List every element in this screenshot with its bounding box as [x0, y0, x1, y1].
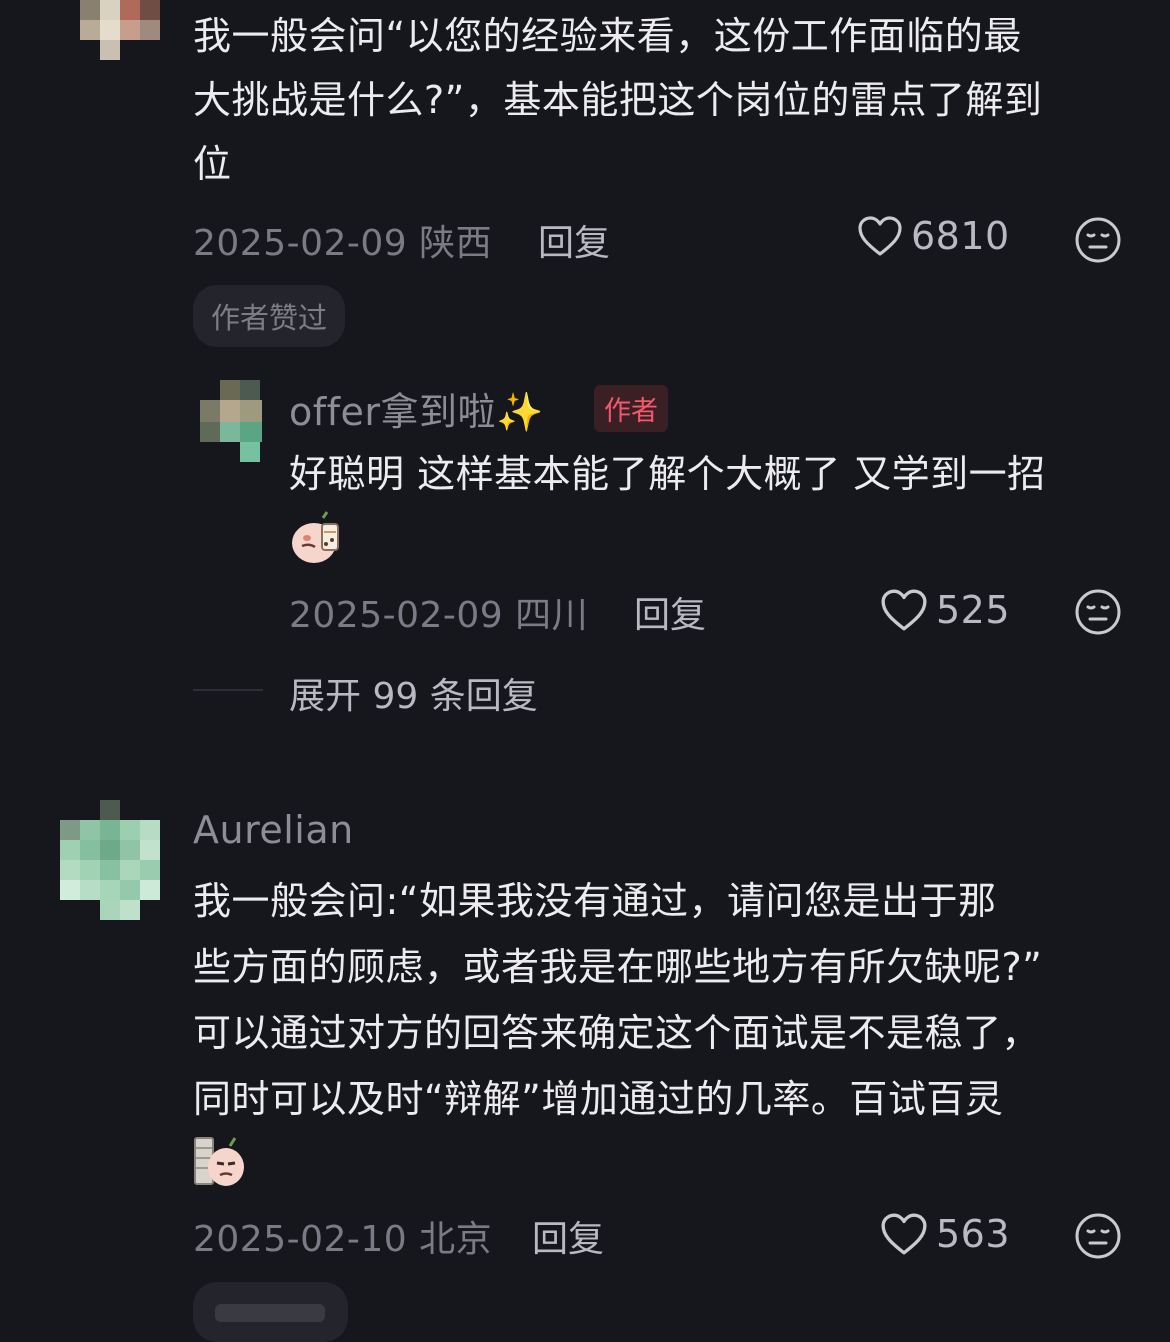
- meh-face-icon: [1074, 1213, 1122, 1264]
- expand-divider: [193, 689, 263, 691]
- comment-text-line: 我一般会问“以您的经验来看，这份工作面临的最: [193, 14, 1022, 58]
- comment-date-location: 2025-02-09 陕西: [193, 223, 493, 264]
- reply-avatar[interactable]: [200, 380, 270, 462]
- like-count: 563: [936, 1212, 1011, 1256]
- reply-date-location: 2025-02-09 四川: [289, 595, 589, 636]
- avatar[interactable]: [60, 0, 160, 60]
- reply-text: 好聪明 这样基本能了解个大概了 又学到一招: [289, 452, 1046, 496]
- heart-outline-icon: [857, 215, 903, 257]
- heart-outline-icon: [880, 1212, 928, 1256]
- like-button[interactable]: 563: [880, 1212, 1010, 1256]
- comment-text: 我一般会问“以您的经验来看，这份工作面临的最 大挑战是什么?”，基本能把这个岗位…: [193, 4, 1042, 196]
- meh-face-icon: [1074, 217, 1122, 268]
- like-count: 525: [936, 588, 1011, 632]
- reply-username[interactable]: offer拿到啦✨: [289, 381, 544, 436]
- reply-button[interactable]: 回复: [538, 214, 610, 266]
- comment-sticker: [193, 1134, 247, 1194]
- like-button[interactable]: 6810: [857, 214, 1010, 258]
- author-tag: 作者: [594, 385, 668, 432]
- comment-text-line: 同时可以及时“辩解”增加通过的几率。百试百灵: [193, 1077, 1004, 1121]
- reply-sticker: [289, 510, 343, 570]
- meh-face-icon: [1074, 589, 1122, 640]
- comment-date-location: 2025-02-10 北京: [193, 1219, 493, 1260]
- blurred-badge: [193, 1282, 348, 1342]
- dislike-button[interactable]: [1074, 1212, 1122, 1264]
- like-button[interactable]: 525: [880, 588, 1010, 632]
- like-count: 6810: [911, 214, 1010, 258]
- comment-text-line: 大挑战是什么?”，基本能把这个岗位的雷点了解到: [193, 78, 1043, 122]
- reply-button[interactable]: 回复: [634, 586, 706, 638]
- author-liked-badge: 作者赞过: [193, 285, 346, 347]
- comment-text-line: 我一般会问:“如果我没有通过，请问您是出于那: [193, 879, 997, 923]
- comment-text-line: 可以通过对方的回答来确定这个面试是不是稳了，: [193, 1011, 1041, 1055]
- heart-outline-icon: [880, 588, 928, 632]
- expand-replies-button[interactable]: 展开 99 条回复: [289, 667, 538, 719]
- comment-text: 我一般会问:“如果我没有通过，请问您是出于那 些方面的顾虑，或者我是在哪些地方有…: [193, 868, 1042, 1132]
- dislike-button[interactable]: [1074, 216, 1122, 268]
- reply-button[interactable]: 回复: [532, 1210, 604, 1262]
- dislike-button[interactable]: [1074, 588, 1122, 640]
- comment-username[interactable]: Aurelian: [193, 808, 354, 852]
- avatar[interactable]: [60, 800, 160, 921]
- comment-text-line: 位: [193, 142, 232, 186]
- comment-text-line: 些方面的顾虑，或者我是在哪些地方有所欠缺呢?”: [193, 945, 1043, 989]
